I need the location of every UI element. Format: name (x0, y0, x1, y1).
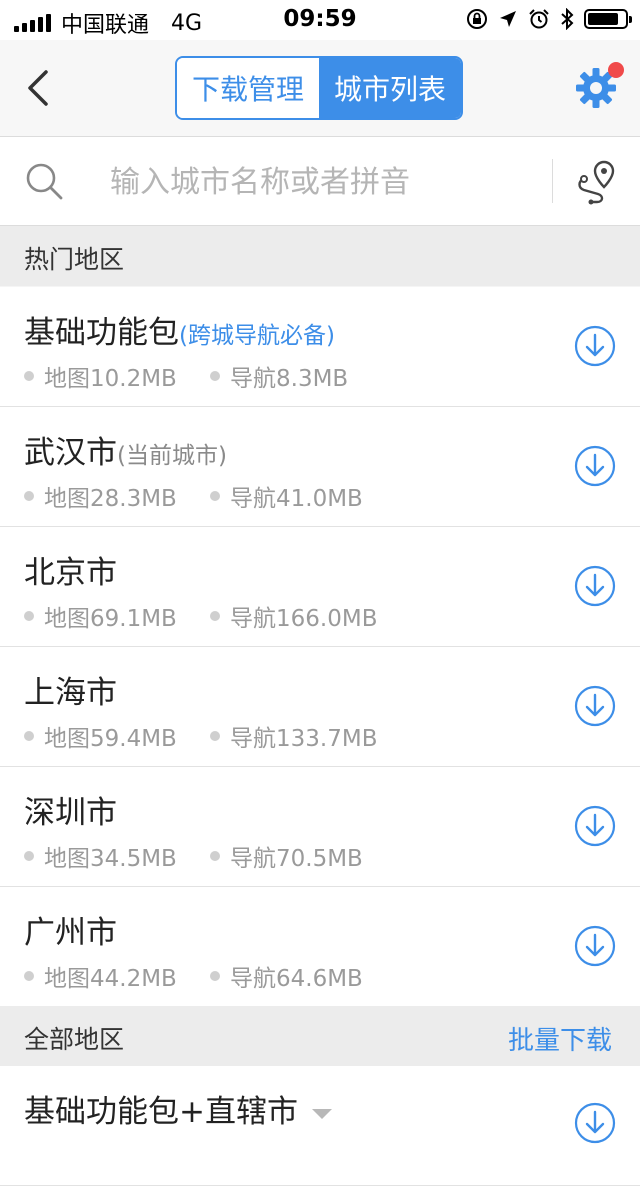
item-meta: 地图44.2MB 导航64.6MB (24, 959, 396, 993)
nav-size: 导航41.0MB (210, 479, 396, 513)
item-title: 深圳市 (24, 787, 117, 832)
batch-download-button[interactable]: 批量下载 (508, 1020, 612, 1057)
bullet-dot (24, 491, 34, 501)
list-item[interactable]: 深圳市地图34.5MB 导航70.5MB (0, 767, 640, 887)
status-bar: 中国联通 4G 09:59 (0, 0, 640, 40)
item-name: 基础功能包+直辖市 (24, 1094, 298, 1130)
map-size-text: 地图28.3MB (44, 486, 177, 512)
map-size: 地图34.5MB (24, 839, 210, 873)
nav-size-text: 导航41.0MB (230, 486, 363, 512)
tab-city-list[interactable]: 城市列表 (319, 58, 461, 118)
item-meta: 地图69.1MB 导航166.0MB (24, 599, 396, 633)
download-icon[interactable] (574, 1102, 616, 1144)
section-title-hot: 热门地区 (24, 245, 125, 274)
map-size: 地图10.2MB (24, 359, 210, 393)
map-size: 地图44.2MB (24, 959, 210, 993)
search-icon (26, 163, 63, 200)
item-name: 深圳市 (24, 795, 117, 831)
item-meta: 地图34.5MB 导航70.5MB (24, 839, 396, 873)
item-title: 上海市 (24, 667, 117, 712)
download-icon[interactable] (574, 445, 616, 487)
bluetooth-icon (561, 8, 574, 30)
nav-size: 导航133.7MB (210, 719, 396, 753)
bullet-dot (24, 731, 34, 741)
back-button[interactable] (18, 66, 62, 110)
download-icon[interactable] (574, 805, 616, 847)
item-meta: 地图10.2MB 导航8.3MB (24, 359, 396, 393)
search-bar (0, 137, 640, 226)
section-header-hot: 热门地区 (0, 226, 640, 286)
chevron-down-icon[interactable] (311, 1108, 332, 1119)
nav-size-text: 导航8.3MB (230, 366, 349, 392)
download-icon[interactable] (574, 325, 616, 367)
bullet-dot (210, 731, 220, 741)
item-name: 北京市 (24, 555, 117, 591)
location-arrow-icon (500, 11, 516, 27)
item-title: 北京市 (24, 547, 117, 592)
list-item[interactable]: 武汉市(当前城市) 地图28.3MB 导航41.0MB (0, 407, 640, 527)
download-icon[interactable] (574, 565, 616, 607)
item-note: (跨城导航必备) (179, 323, 335, 349)
nav-size-text: 导航166.0MB (230, 606, 378, 632)
section-title-all: 全部地区 (24, 1025, 125, 1054)
item-note: (当前城市) (117, 443, 227, 469)
bullet-dot (210, 371, 220, 381)
item-name: 广州市 (24, 915, 117, 951)
route-location-icon[interactable] (574, 157, 622, 205)
nav-size: 导航70.5MB (210, 839, 396, 873)
list-item[interactable]: 上海市地图59.4MB 导航133.7MB (0, 647, 640, 767)
item-title: 基础功能包(跨城导航必备) (24, 307, 335, 352)
nav-size-text: 导航64.6MB (230, 966, 363, 992)
list-item[interactable]: 基础功能包(跨城导航必备) 地图10.2MB 导航8.3MB (0, 287, 640, 407)
item-title: 基础功能包+直辖市 (24, 1086, 332, 1131)
nav-size-text: 导航133.7MB (230, 726, 378, 752)
map-size: 地图69.1MB (24, 599, 210, 633)
list-item[interactable]: 基础功能包+直辖市 (0, 1066, 640, 1186)
map-size-text: 地图10.2MB (44, 366, 177, 392)
bullet-dot (24, 851, 34, 861)
item-meta: 地图59.4MB 导航133.7MB (24, 719, 396, 753)
tab-download-manager[interactable]: 下载管理 (177, 58, 319, 118)
item-meta: 地图28.3MB 导航41.0MB (24, 479, 396, 513)
item-title: 广州市 (24, 907, 117, 952)
map-size-text: 地图34.5MB (44, 846, 177, 872)
alarm-icon (529, 9, 549, 29)
bullet-dot (24, 971, 34, 981)
bullet-dot (24, 371, 34, 381)
bullet-dot (24, 611, 34, 621)
nav-bar: 下载管理 城市列表 (0, 40, 640, 137)
nav-size: 导航64.6MB (210, 959, 396, 993)
map-size: 地图59.4MB (24, 719, 210, 753)
item-name: 武汉市 (24, 435, 117, 471)
map-size-text: 地图59.4MB (44, 726, 177, 752)
section-header-all: 全部地区 批量下载 (0, 1006, 640, 1066)
bullet-dot (210, 971, 220, 981)
bullet-dot (210, 491, 220, 501)
status-right (466, 8, 632, 30)
nav-size: 导航166.0MB (210, 599, 396, 633)
bullet-dot (210, 851, 220, 861)
notification-dot (608, 62, 624, 78)
rotation-lock-icon (467, 9, 487, 29)
search-divider (552, 159, 553, 203)
download-icon[interactable] (574, 685, 616, 727)
nav-size: 导航8.3MB (210, 359, 396, 393)
map-size: 地图28.3MB (24, 479, 210, 513)
list-item[interactable]: 北京市地图69.1MB 导航166.0MB (0, 527, 640, 647)
search-input[interactable] (108, 157, 532, 207)
segmented-control: 下载管理 城市列表 (175, 56, 463, 120)
nav-size-text: 导航70.5MB (230, 846, 363, 872)
item-name: 基础功能包 (24, 315, 179, 351)
map-size-text: 地图44.2MB (44, 966, 177, 992)
item-title: 武汉市(当前城市) (24, 427, 227, 472)
list-item[interactable]: 广州市地图44.2MB 导航64.6MB (0, 887, 640, 1007)
map-size-text: 地图69.1MB (44, 606, 177, 632)
item-name: 上海市 (24, 675, 117, 711)
download-icon[interactable] (574, 925, 616, 967)
battery-icon (584, 9, 632, 29)
bullet-dot (210, 611, 220, 621)
